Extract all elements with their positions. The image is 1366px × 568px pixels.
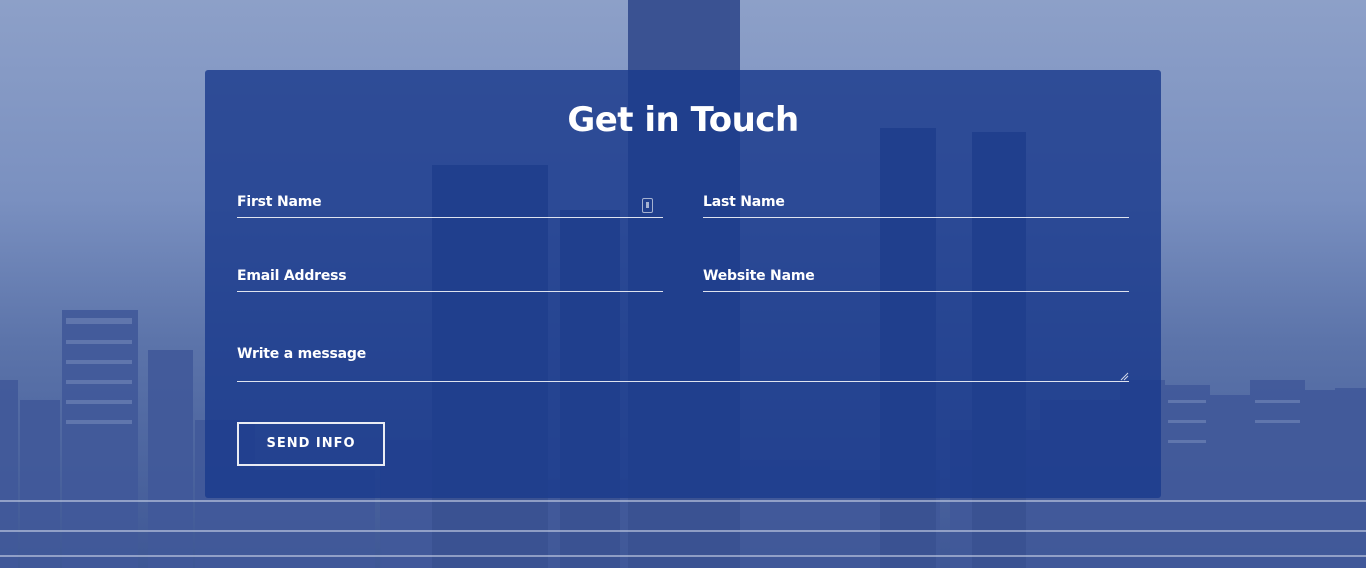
first-name-field[interactable]: First Name	[237, 194, 663, 218]
message-label: Write a message	[237, 346, 366, 362]
send-info-button[interactable]: SEND INFO	[237, 422, 385, 466]
autofill-key-icon[interactable]	[642, 198, 653, 213]
page-title: Get in Touch	[567, 100, 799, 140]
resize-handle-icon[interactable]	[1120, 372, 1129, 381]
website-field[interactable]: Website Name	[703, 268, 1129, 292]
email-field[interactable]: Email Address	[237, 268, 663, 292]
last-name-field[interactable]: Last Name	[703, 194, 1129, 218]
first-name-label: First Name	[237, 194, 322, 210]
last-name-label: Last Name	[703, 194, 785, 210]
website-label: Website Name	[703, 268, 815, 284]
message-textarea[interactable]: Write a message	[237, 346, 1129, 382]
email-label: Email Address	[237, 268, 347, 284]
